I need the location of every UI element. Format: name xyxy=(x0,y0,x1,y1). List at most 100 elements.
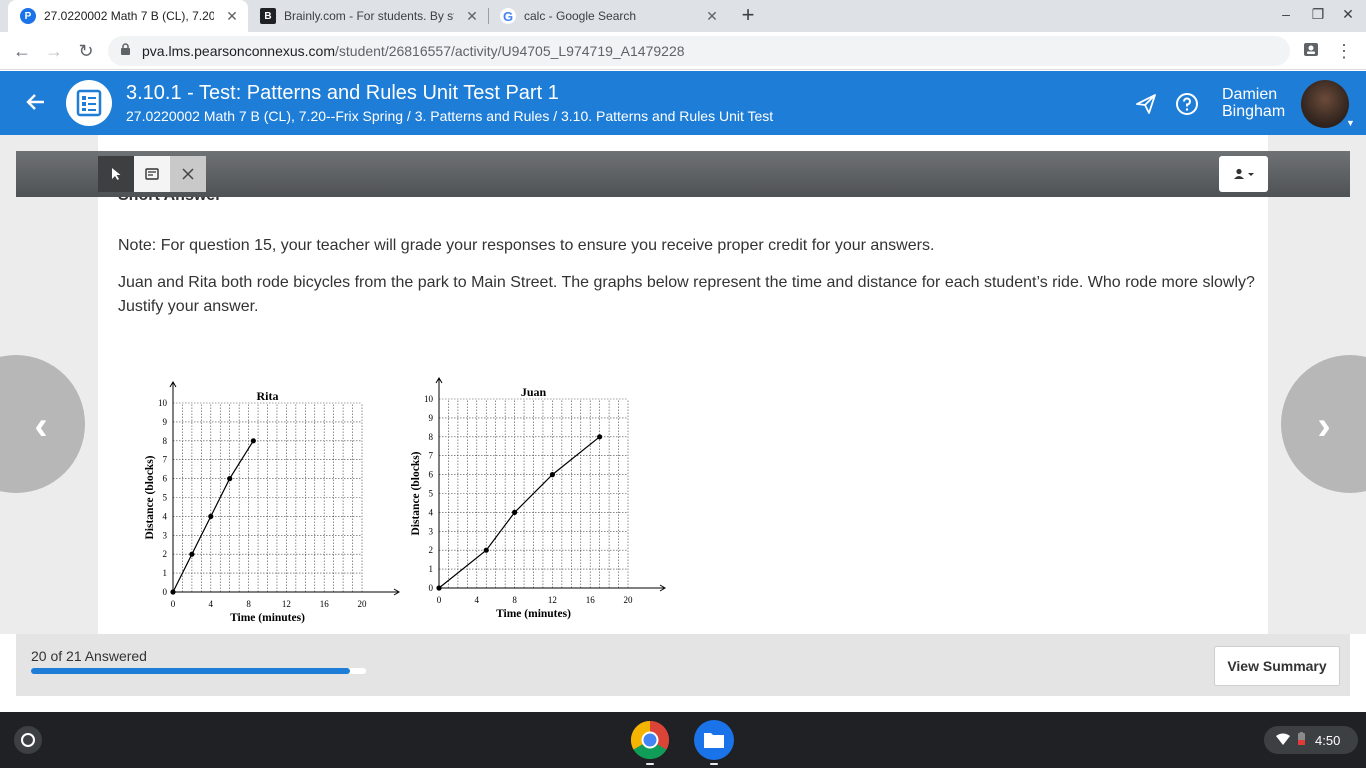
close-tab-icon[interactable]: ✕ xyxy=(464,8,480,24)
user-first-name: Damien xyxy=(1222,86,1278,103)
chart-juan-y-tick-label: 4 xyxy=(429,507,434,517)
chart-rita-x-tick-label: 12 xyxy=(282,599,291,609)
header-back-icon[interactable] xyxy=(24,91,46,118)
chart-rita-x-tick-label: 4 xyxy=(209,599,214,609)
chart-juan-y-label: Distance (blocks) xyxy=(410,451,422,535)
account-icon[interactable] xyxy=(1300,40,1322,62)
question-content: Short Answer Note: For question 15, your… xyxy=(98,197,1268,634)
chart-juan-y-tick-label: 0 xyxy=(429,583,434,593)
chart-rita-y-tick-label: 9 xyxy=(163,417,168,427)
chart-juan-data-point xyxy=(549,472,555,478)
os-shelf: 4:50 xyxy=(0,712,1366,768)
app-running-indicator xyxy=(710,763,718,765)
browser-tab-pearson[interactable]: P 27.0220002 Math 7 B (CL), 7.20- ✕ xyxy=(8,0,248,32)
send-icon[interactable] xyxy=(1134,92,1158,116)
chart-rita-x-tick-label: 16 xyxy=(320,599,330,609)
eliminator-tool-button[interactable] xyxy=(170,156,206,192)
minimize-icon[interactable]: – xyxy=(1276,6,1296,22)
chart-rita-data-point xyxy=(227,476,233,482)
accessibility-menu-button[interactable] xyxy=(1219,156,1268,192)
chart-rita-title: Rita xyxy=(257,389,279,403)
notepad-tool-button[interactable] xyxy=(134,156,170,192)
chart-juan-x-tick-label: 20 xyxy=(624,595,634,605)
menu-icon[interactable]: ⋮ xyxy=(1333,40,1355,62)
tab-title: Brainly.com - For students. By st xyxy=(284,9,454,23)
chart-rita-x-tick-label: 0 xyxy=(171,599,176,609)
status-tray[interactable]: 4:50 xyxy=(1264,726,1358,754)
battery-icon xyxy=(1298,732,1305,748)
browser-toolbar: ← → ↻ pva.lms.pearsonconnexus.com/studen… xyxy=(0,32,1366,70)
avatar[interactable] xyxy=(1301,80,1349,128)
new-tab-button[interactable]: + xyxy=(737,4,759,27)
grading-note: Note: For question 15, your teacher will… xyxy=(118,237,935,254)
tab-title: calc - Google Search xyxy=(524,9,637,23)
chart-juan-y-tick-label: 6 xyxy=(429,470,434,480)
pointer-tool-button[interactable] xyxy=(98,156,134,192)
close-tab-icon[interactable]: ✕ xyxy=(224,8,240,24)
browser-tab-google[interactable]: G calc - Google Search ✕ xyxy=(488,0,728,32)
chart-rita-y-tick-label: 2 xyxy=(163,549,168,559)
chart-rita-y-tick-label: 4 xyxy=(163,511,168,521)
browser-tab-brainly[interactable]: B Brainly.com - For students. By st ✕ xyxy=(248,0,488,32)
chart-rita-x-tick-label: 20 xyxy=(358,599,368,609)
activity-title: 3.10.1 - Test: Patterns and Rules Unit T… xyxy=(126,82,559,104)
google-icon: G xyxy=(500,8,516,24)
question-toolbar xyxy=(16,151,1350,197)
url-host: pva.lms.pearsonconnexus.com xyxy=(142,43,335,59)
chart-rita-y-tick-label: 6 xyxy=(163,474,168,484)
launcher-icon xyxy=(21,733,35,747)
chart-rita-x-tick-label: 8 xyxy=(246,599,251,609)
chevron-left-icon[interactable]: ‹ xyxy=(26,404,56,449)
app-running-indicator xyxy=(646,763,654,765)
pearson-icon: P xyxy=(20,8,36,24)
chart-rita-data-point xyxy=(250,438,256,444)
chart-rita-y-tick-label: 5 xyxy=(163,493,168,503)
assessment-icon xyxy=(66,80,112,126)
question-prompt: Juan and Rita both rode bicycles from th… xyxy=(118,274,1255,315)
back-icon[interactable]: ← xyxy=(11,40,33,62)
user-menu-caret-icon[interactable]: ▼ xyxy=(1346,118,1355,128)
chart-juan-x-tick-label: 12 xyxy=(548,595,557,605)
lock-icon xyxy=(120,43,132,59)
wifi-icon xyxy=(1276,733,1290,748)
clock: 4:50 xyxy=(1315,732,1341,748)
graphs-figure: 0 4 8 12 16 20012345678910 RitaTime (minutes)D… xyxy=(144,377,666,624)
files-icon[interactable] xyxy=(694,720,734,760)
chart-juan-data-point xyxy=(512,509,518,515)
chart-juan-x-tick-label: 16 xyxy=(586,595,596,605)
section-label: Short Answer xyxy=(118,197,221,205)
breadcrumb: 27.0220002 Math 7 B (CL), 7.20--Frix Spr… xyxy=(126,108,774,124)
chevron-right-icon[interactable]: › xyxy=(1309,404,1339,449)
course-header: 3.10.1 - Test: Patterns and Rules Unit T… xyxy=(0,71,1366,135)
chart-rita-y-tick-label: 10 xyxy=(158,398,168,408)
chart-juan-y-tick-label: 1 xyxy=(429,564,434,574)
chart-juan-data-point xyxy=(436,585,442,591)
view-summary-button[interactable]: View Summary xyxy=(1214,646,1340,686)
restore-icon[interactable]: ❐ xyxy=(1308,6,1328,23)
launcher-button[interactable] xyxy=(14,726,42,754)
progress-bar-fill xyxy=(31,668,350,674)
brainly-icon: B xyxy=(260,8,276,24)
address-bar[interactable]: pva.lms.pearsonconnexus.com/student/2681… xyxy=(108,36,1290,66)
close-tab-icon[interactable]: ✕ xyxy=(704,8,720,24)
forward-icon[interactable]: → xyxy=(43,40,65,62)
progress-footer: 20 of 21 Answered View Summary xyxy=(16,634,1350,696)
reload-icon[interactable]: ↻ xyxy=(75,40,97,62)
chart-juan-data-point xyxy=(483,547,489,553)
chart-rita-y-tick-label: 8 xyxy=(163,436,168,446)
user-name[interactable]: Damien Bingham xyxy=(1222,86,1285,120)
chart-rita-y-tick-label: 1 xyxy=(163,568,168,578)
chart-juan-x-label: Time (minutes) xyxy=(496,608,571,620)
chart-rita-data-point xyxy=(170,589,176,595)
answered-count: 20 of 21 Answered xyxy=(31,648,147,664)
chart-rita-y-tick-label: 0 xyxy=(163,587,168,597)
chart-juan-x-tick-label: 4 xyxy=(475,595,480,605)
tab-title: 27.0220002 Math 7 B (CL), 7.20- xyxy=(44,9,214,23)
url-path: /student/26816557/activity/U94705_L97471… xyxy=(335,43,685,59)
close-window-icon[interactable]: ✕ xyxy=(1338,6,1358,23)
chrome-icon[interactable] xyxy=(630,720,670,760)
chart-juan-y-tick-label: 3 xyxy=(429,526,434,536)
help-icon[interactable] xyxy=(1175,92,1199,116)
chart-juan-y-tick-label: 5 xyxy=(429,489,434,499)
chart-rita-y-label: Distance (blocks) xyxy=(144,455,156,539)
